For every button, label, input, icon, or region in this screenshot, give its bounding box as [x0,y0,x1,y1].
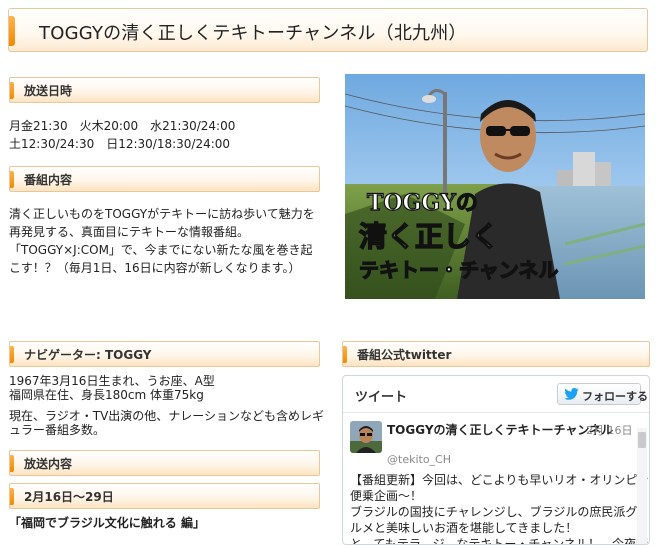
follow-button-label: フォローする [582,390,648,403]
twitter-bird-icon [564,388,579,400]
page-title: TOGGYの清く正しくテキトーチャンネル（北九州） [39,23,467,44]
hero-logo-line-3: テキトー・チャンネル [359,258,558,282]
navigator-heading-label: ナビゲーター: TOGGY [24,348,152,362]
program-line: 清く正しいものをTOGGYがテキトーに訪ね歩いて魅力を [9,207,315,221]
page-title-bar: TOGGYの清く正しくテキトーチャンネル（北九州） [8,8,648,52]
tweet-text: 【番組更新】今回は、どこよりも早いリオ・オリンピック 便乗企画～！ ブラジルの国… [350,472,650,544]
broadcast-heading: 放送日時 [9,77,320,103]
avatar[interactable] [350,421,382,453]
divider [343,412,649,413]
content-period-heading: 2月16日～29日 [9,483,320,509]
twitter-heading-label: 番組公式twitter [357,348,452,362]
program-heading-label: 番組内容 [24,173,73,187]
tweet-author-handle[interactable]: @tekito_CH [387,453,451,466]
content-period-label: 2月16日～29日 [24,490,114,504]
tweet-text-line: ルメと美味しいお酒を堪能してきました！ [350,521,578,535]
twitter-widget: ツイート フォローする TOGGYの清く正しくテキトーチャンネル 2月 16日 … [342,375,650,545]
content-heading: 放送内容 [9,450,320,476]
tweet-text-line: 便乗企画～！ [350,489,423,503]
program-line: こす！？（毎月1日、16日に内容が新しくなります。） [9,261,301,275]
content-heading-label: 放送内容 [24,457,73,471]
navigator-heading: ナビゲーター: TOGGY [9,341,320,367]
scroll-up-arrow-icon[interactable] [637,420,647,433]
tweet-author-name[interactable]: TOGGYの清く正しくテキトーチャンネル [387,421,613,438]
follow-button[interactable]: フォローする [557,383,648,405]
program-hero-image: TOGGYの 清く正しく テキトー・チャンネル [345,74,645,299]
broadcast-heading-label: 放送日時 [24,84,73,98]
tweet-text-line: 【番組更新】今回は、どこよりも早いリオ・オリンピック [350,473,650,487]
tweet-date[interactable]: 2月 16日 [586,422,633,438]
navigator-line-2: 福岡県在住、身長180cm 体重75kg [9,388,204,402]
program-line: 「TOGGY×J:COM」で、今までにない新たな風を巻き起 [9,243,313,257]
navigator-line-1: 1967年3月16日生まれ、うお座、A型 [9,374,215,388]
tweet-label: ツイート [355,390,408,405]
hero-logo-line-2: 清く正しく [359,220,499,253]
navigator-line-3: 現在、ラジオ・TV出演の他、ナレーションなども含めレギ [9,409,325,423]
program-line: 再発見する、真面目にテキトーな情報番組。 [9,225,250,239]
title-accent [9,16,15,46]
broadcast-line-2: 土12:30/24:30 日12:30/18:30/24:00 [9,137,231,151]
tweet-text-line: ブラジルの国技にチャレンジし、ブラジルの庶民派グ [350,505,638,519]
twitter-heading: 番組公式twitter [342,341,650,367]
hero-logo-line-1: TOGGYの [367,190,478,216]
episode-title: 「福岡でブラジル文化に触れる 編」 [9,516,205,530]
broadcast-line-1: 月金21:30 火木20:00 水21:30/24:00 [9,119,236,133]
scrollbar-thumb[interactable] [638,432,646,448]
navigator-line-4: ュラー番組多数。 [9,423,106,437]
program-heading: 番組内容 [9,166,320,192]
